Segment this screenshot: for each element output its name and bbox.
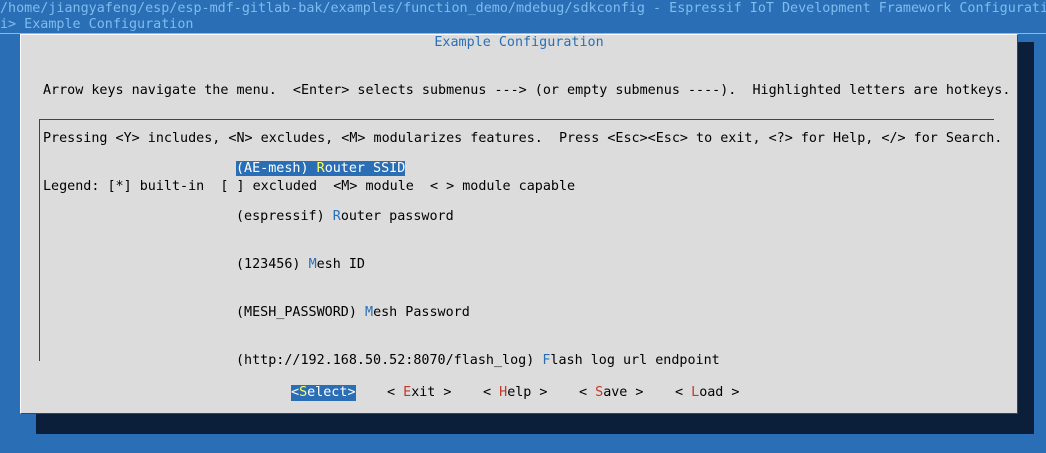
menu-item-label: lash log url endpoint: [550, 353, 720, 368]
menu-item-label: outer SSID: [324, 161, 406, 176]
save-button[interactable]: < Save >: [579, 385, 644, 401]
menu-item-value: (MESH_PASSWORD): [236, 305, 357, 320]
menu-item-label: esh ID: [316, 257, 365, 272]
menu-item-value: (http://192.168.50.52:8070/flash_log): [236, 353, 535, 368]
menu-item-router-password[interactable]: (espressif) Router password: [236, 209, 720, 225]
select-button[interactable]: <Select>: [291, 385, 356, 401]
menu-item-value: (123456): [236, 257, 301, 272]
menu-item-value: (AE-mesh): [236, 161, 309, 176]
load-button[interactable]: < Load >: [675, 385, 740, 401]
menu-item-mesh-id[interactable]: (123456) Mesh ID: [236, 257, 720, 273]
menuconfig-dialog: Example Configuration Arrow keys navigat…: [20, 34, 1018, 414]
window-title: /home/jiangyafeng/esp/esp-mdf-gitlab-bak…: [0, 1, 1046, 16]
menu-list: (AE-mesh) Router SSID (espressif) Router…: [236, 129, 720, 401]
help-button[interactable]: < Help >: [483, 385, 548, 401]
help-line: Arrow keys navigate the menu. <Enter> se…: [43, 83, 1011, 98]
menu-item-label: outer password: [340, 209, 454, 224]
menu-item-hotkey: R: [316, 161, 325, 176]
menu-item-hotkey: M: [308, 257, 317, 272]
exit-button[interactable]: < Exit >: [387, 385, 452, 401]
button-bar: <Select> < Exit > < Help > < Save > < Lo…: [21, 385, 1017, 401]
menu-item-flash-log-url[interactable]: (http://192.168.50.52:8070/flash_log) Fl…: [236, 353, 720, 369]
menu-item-value: (espressif): [236, 209, 325, 224]
menu-item-hotkey: R: [332, 209, 341, 224]
menu-item-hotkey: M: [365, 305, 374, 320]
menu-item-router-ssid[interactable]: (AE-mesh) Router SSID: [236, 161, 720, 177]
menu-item-mesh-password[interactable]: (MESH_PASSWORD) Mesh Password: [236, 305, 720, 321]
menu-item-label: esh Password: [373, 305, 470, 320]
breadcrumb: i> Example Configuration: [0, 17, 194, 32]
terminal-window: /home/jiangyafeng/esp/esp-mdf-gitlab-bak…: [0, 0, 1046, 453]
dialog-title: Example Configuration: [434, 35, 604, 50]
